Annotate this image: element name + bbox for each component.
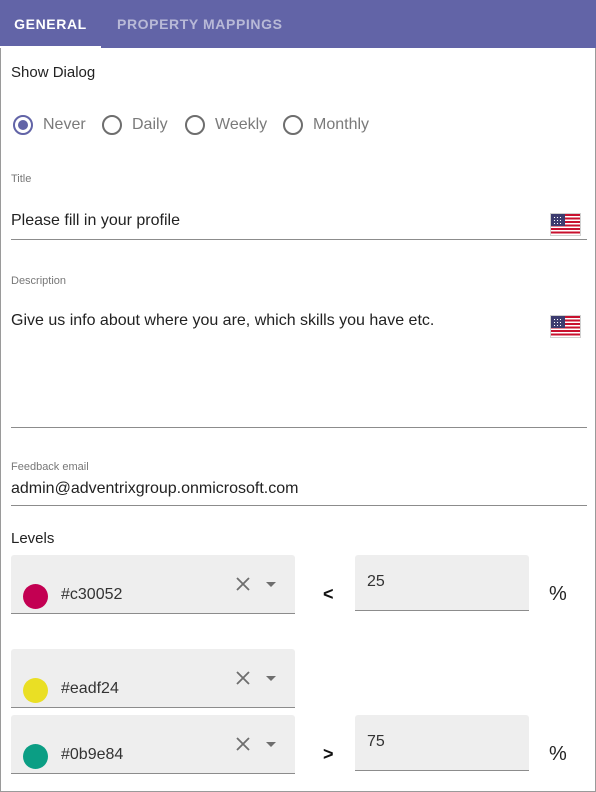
level-1-threshold-input[interactable]: 25 bbox=[355, 555, 529, 611]
radio-daily[interactable]: Daily bbox=[102, 114, 168, 136]
us-flag-icon[interactable] bbox=[550, 213, 581, 236]
radio-never-circle bbox=[13, 115, 33, 135]
feedback-email-input[interactable]: admin@adventrixgroup.onmicrosoft.com bbox=[11, 476, 587, 506]
chevron-down-icon[interactable] bbox=[264, 671, 278, 685]
levels-label: Levels bbox=[11, 530, 55, 547]
clear-icon[interactable] bbox=[233, 668, 253, 688]
tab-general[interactable]: GENERAL bbox=[0, 0, 101, 48]
level-3-threshold-input[interactable]: 75 bbox=[355, 715, 529, 771]
show-dialog-label: Show Dialog bbox=[11, 64, 96, 81]
radio-never[interactable]: Never bbox=[13, 114, 86, 136]
level-3-operator: > bbox=[323, 744, 334, 764]
radio-monthly-label: Monthly bbox=[313, 116, 370, 133]
level-1-percent-sign: % bbox=[549, 583, 567, 605]
feedback-email-value: admin@adventrixgroup.onmicrosoft.com bbox=[11, 480, 299, 497]
color-swatch bbox=[23, 584, 48, 609]
level-1-color-value: #c30052 bbox=[61, 586, 123, 603]
radio-never-label: Never bbox=[43, 116, 86, 133]
radio-daily-circle bbox=[102, 115, 122, 135]
color-swatch bbox=[23, 744, 48, 769]
radio-monthly[interactable]: Monthly bbox=[283, 114, 369, 136]
clear-icon[interactable] bbox=[233, 734, 253, 754]
level-3-color-select[interactable]: #0b9e84 bbox=[11, 715, 295, 774]
title-value: Please fill in your profile bbox=[11, 212, 180, 229]
description-label: Description bbox=[11, 275, 67, 287]
chevron-down-icon[interactable] bbox=[264, 737, 278, 751]
tab-bar: GENERAL PROPERTY MAPPINGS bbox=[0, 0, 596, 48]
clear-icon[interactable] bbox=[233, 574, 253, 594]
title-input[interactable]: Please fill in your profile bbox=[11, 200, 587, 240]
level-2-color-select[interactable]: #eadf24 bbox=[11, 649, 295, 708]
us-flag-icon[interactable] bbox=[550, 315, 581, 338]
description-textarea[interactable]: Give us info about where you are, which … bbox=[11, 300, 587, 428]
level-1-threshold-value: 25 bbox=[367, 573, 385, 590]
radio-weekly[interactable]: Weekly bbox=[185, 114, 267, 136]
color-swatch bbox=[23, 678, 48, 703]
level-1-operator: < bbox=[323, 584, 334, 604]
radio-weekly-label: Weekly bbox=[215, 116, 268, 133]
description-value: Give us info about where you are, which … bbox=[11, 312, 435, 329]
feedback-email-label: Feedback email bbox=[11, 461, 89, 473]
level-3-threshold-value: 75 bbox=[367, 733, 385, 750]
radio-monthly-circle bbox=[283, 115, 303, 135]
level-2-color-value: #eadf24 bbox=[61, 680, 119, 697]
radio-daily-label: Daily bbox=[132, 116, 168, 133]
radio-weekly-circle bbox=[185, 115, 205, 135]
level-3-percent-sign: % bbox=[549, 743, 567, 765]
title-label: Title bbox=[11, 173, 32, 185]
level-1-color-select[interactable]: #c30052 bbox=[11, 555, 295, 614]
level-3-color-value: #0b9e84 bbox=[61, 746, 124, 763]
chevron-down-icon[interactable] bbox=[264, 577, 278, 591]
tab-property-mappings[interactable]: PROPERTY MAPPINGS bbox=[117, 0, 283, 48]
